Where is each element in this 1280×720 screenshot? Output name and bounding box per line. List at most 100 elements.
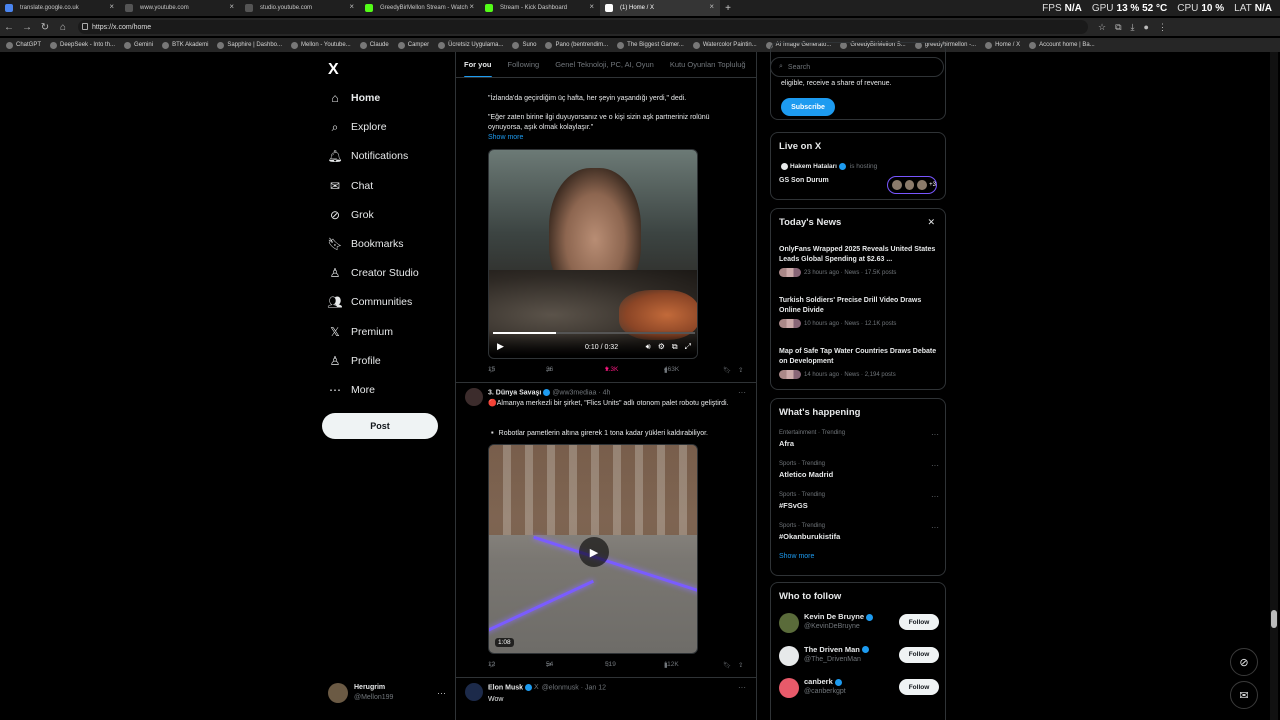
close-tab-icon[interactable]: × bbox=[589, 2, 594, 11]
share-icon[interactable]: ⇪ bbox=[738, 661, 743, 669]
messages-button[interactable]: ✉ bbox=[1230, 681, 1258, 709]
play-icon[interactable]: ▶ bbox=[579, 537, 609, 567]
avatar[interactable] bbox=[779, 613, 799, 633]
follow-button[interactable]: Follow bbox=[899, 679, 939, 695]
nav-item-home[interactable]: ⌂ Home bbox=[328, 86, 380, 110]
bookmark-item[interactable]: Sapphire | Dashbo... bbox=[217, 41, 282, 49]
nav-item-bookmarks[interactable]: 🔖︎ Bookmarks bbox=[327, 232, 403, 256]
browser-tab[interactable]: studio.youtube.com × bbox=[240, 0, 360, 16]
tab-following[interactable]: Following bbox=[500, 52, 548, 77]
close-tab-icon[interactable]: × bbox=[229, 2, 234, 11]
account-switcher[interactable]: Herugrim @Mellon199 ··· bbox=[328, 680, 446, 706]
forward-icon[interactable]: → bbox=[18, 22, 36, 33]
bookmark-item[interactable]: ChatGPT bbox=[6, 41, 41, 49]
close-tab-icon[interactable]: × bbox=[109, 2, 114, 11]
nav-item-more[interactable]: ⋯ More bbox=[328, 378, 375, 402]
bookmark-item[interactable]: Watercolor Paintin... bbox=[692, 41, 757, 49]
follow-button[interactable]: Follow bbox=[899, 614, 939, 630]
settings-icon[interactable]: ⚙ bbox=[658, 342, 665, 352]
address-bar[interactable]: https://x.com/home bbox=[78, 20, 1088, 34]
follow-suggestion[interactable]: The Driven Man @The_DrivenMan Follow bbox=[779, 644, 939, 670]
star-icon[interactable]: ☆ bbox=[1098, 22, 1106, 33]
more-icon[interactable]: ··· bbox=[931, 461, 939, 470]
browser-tab[interactable]: translate.google.co.uk × bbox=[0, 0, 120, 16]
trend-item[interactable]: Sports · Trending #FSvGS ··· bbox=[779, 492, 939, 510]
show-more-link[interactable]: Show more bbox=[779, 553, 814, 560]
bookmark-item[interactable]: Account home | Ba... bbox=[1029, 41, 1095, 49]
share-icon[interactable]: ⇪ bbox=[738, 366, 743, 374]
browser-tab[interactable]: GreedyBirMellon Stream - Watch × bbox=[360, 0, 480, 16]
bookmark-item[interactable]: Ücretsiz Uygulama... bbox=[438, 41, 503, 49]
nav-item-communities[interactable]: 👥︎ Communities bbox=[327, 290, 412, 314]
post-time[interactable]: Jan 12 bbox=[585, 684, 606, 691]
play-icon[interactable]: ▶ bbox=[497, 341, 504, 352]
bookmark-icon[interactable]: 🔖︎ bbox=[723, 661, 731, 669]
news-item[interactable]: OnlyFans Wrapped 2025 Reveals United Sta… bbox=[779, 245, 937, 277]
author-handle[interactable]: @elonmusk bbox=[542, 684, 579, 691]
more-icon[interactable]: ··· bbox=[437, 688, 446, 698]
search-input[interactable]: ⌕ Search bbox=[770, 57, 944, 77]
more-icon[interactable]: ··· bbox=[931, 492, 939, 501]
author-handle[interactable]: @ww3mediaa bbox=[552, 389, 596, 396]
fullscreen-icon[interactable]: ⤢ bbox=[685, 342, 691, 352]
bookmark-item[interactable]: Mellon - Youtube... bbox=[291, 41, 351, 49]
nav-item-premium[interactable]: 𝕏 Premium bbox=[328, 320, 393, 344]
nav-item-creator-studio[interactable]: ♙ Creator Studio bbox=[328, 261, 419, 285]
volume-icon[interactable]: 🔊︎ bbox=[646, 342, 651, 352]
x-logo[interactable]: X bbox=[328, 61, 339, 79]
avatar[interactable] bbox=[779, 678, 799, 698]
follow-button[interactable]: Follow bbox=[899, 646, 939, 663]
close-icon[interactable]: ✕ bbox=[927, 217, 935, 228]
back-icon[interactable]: ← bbox=[0, 22, 18, 33]
trend-item[interactable]: Sports · Trending Atletico Madrid ··· bbox=[779, 461, 939, 479]
home-icon[interactable]: ⌂ bbox=[54, 22, 72, 33]
more-icon[interactable]: ··· bbox=[931, 430, 939, 439]
more-icon[interactable]: ··· bbox=[738, 388, 746, 397]
author-name[interactable]: Elon Musk bbox=[488, 684, 523, 691]
bookmark-item[interactable]: Gemini bbox=[124, 41, 153, 49]
follow-suggestion[interactable]: Kevin De Bruyne @KevinDeBruyne Follow bbox=[779, 611, 939, 637]
bookmark-item[interactable]: Suno bbox=[512, 41, 536, 49]
trend-item[interactable]: Entertainment · Trending Afra ··· bbox=[779, 430, 939, 448]
author-name[interactable]: 3. Dünya Savaşı bbox=[488, 389, 541, 396]
new-tab-button[interactable]: + bbox=[720, 3, 736, 14]
follow-suggestion[interactable]: canberk @canberkgpt Follow bbox=[779, 676, 939, 702]
browser-tab-active[interactable]: (1) Home / X × bbox=[600, 0, 720, 16]
close-tab-icon[interactable]: × bbox=[709, 2, 714, 11]
more-icon[interactable]: ··· bbox=[738, 683, 746, 692]
subscribe-button[interactable]: Subscribe bbox=[781, 98, 835, 116]
close-tab-icon[interactable]: × bbox=[469, 2, 474, 11]
close-tab-icon[interactable]: × bbox=[349, 2, 354, 11]
nav-item-chat[interactable]: ✉ Chat bbox=[328, 174, 373, 198]
post-video[interactable]: ▶ 0:10 / 0:32 🔊︎ ⚙ ⧉ ⤢ bbox=[488, 149, 698, 359]
bookmark-item[interactable]: Pano (bentrendim... bbox=[545, 41, 608, 49]
trend-item[interactable]: Sports · Trending #Okanburukistifa ··· bbox=[779, 523, 939, 541]
tab-for-you[interactable]: For you bbox=[456, 52, 500, 77]
show-more-link[interactable]: Show more bbox=[488, 134, 523, 141]
video-progress-bar[interactable] bbox=[493, 332, 695, 334]
bookmark-item[interactable]: DeepSeek - Into th... bbox=[50, 41, 115, 49]
download-icon[interactable]: ⤓ bbox=[1131, 22, 1135, 33]
news-item[interactable]: Map of Safe Tap Water Countries Draws De… bbox=[779, 347, 937, 379]
bookmark-item[interactable]: BTK Akademi bbox=[162, 41, 208, 49]
grok-button[interactable]: ⊘ bbox=[1230, 648, 1258, 676]
bookmark-item[interactable]: The Biggest Gamer... bbox=[617, 41, 684, 49]
extensions-icon[interactable]: ⧉ bbox=[1115, 22, 1121, 33]
tab-community-boardgames[interactable]: Kutu Oyunları Topluluğ bbox=[662, 52, 754, 77]
post-video[interactable]: ▶ 1:08 bbox=[488, 444, 698, 654]
bookmark-item[interactable]: Home / X bbox=[985, 41, 1020, 49]
post-button[interactable]: Post bbox=[322, 413, 438, 439]
avatar[interactable] bbox=[779, 645, 799, 666]
post-time[interactable]: 4h bbox=[603, 389, 611, 396]
bookmark-item[interactable]: Claude bbox=[359, 41, 389, 49]
live-card[interactable]: Live on X Hakem Hataları is hosting GS S… bbox=[770, 132, 946, 200]
avatar[interactable] bbox=[465, 683, 483, 701]
nav-item-explore[interactable]: ⌕ Explore bbox=[328, 115, 387, 139]
bookmark-icon[interactable]: 🔖︎ bbox=[723, 366, 731, 374]
nav-item-notifications[interactable]: 🔔︎ Notifications bbox=[327, 144, 408, 168]
scrollbar-thumb[interactable] bbox=[1271, 610, 1277, 628]
more-icon[interactable]: ··· bbox=[931, 523, 939, 532]
news-item[interactable]: Turkish Soldiers' Precise Drill Video Dr… bbox=[779, 296, 937, 328]
browser-tab[interactable]: www.youtube.com × bbox=[120, 0, 240, 16]
nav-item-grok[interactable]: ⊘ Grok bbox=[328, 203, 374, 227]
